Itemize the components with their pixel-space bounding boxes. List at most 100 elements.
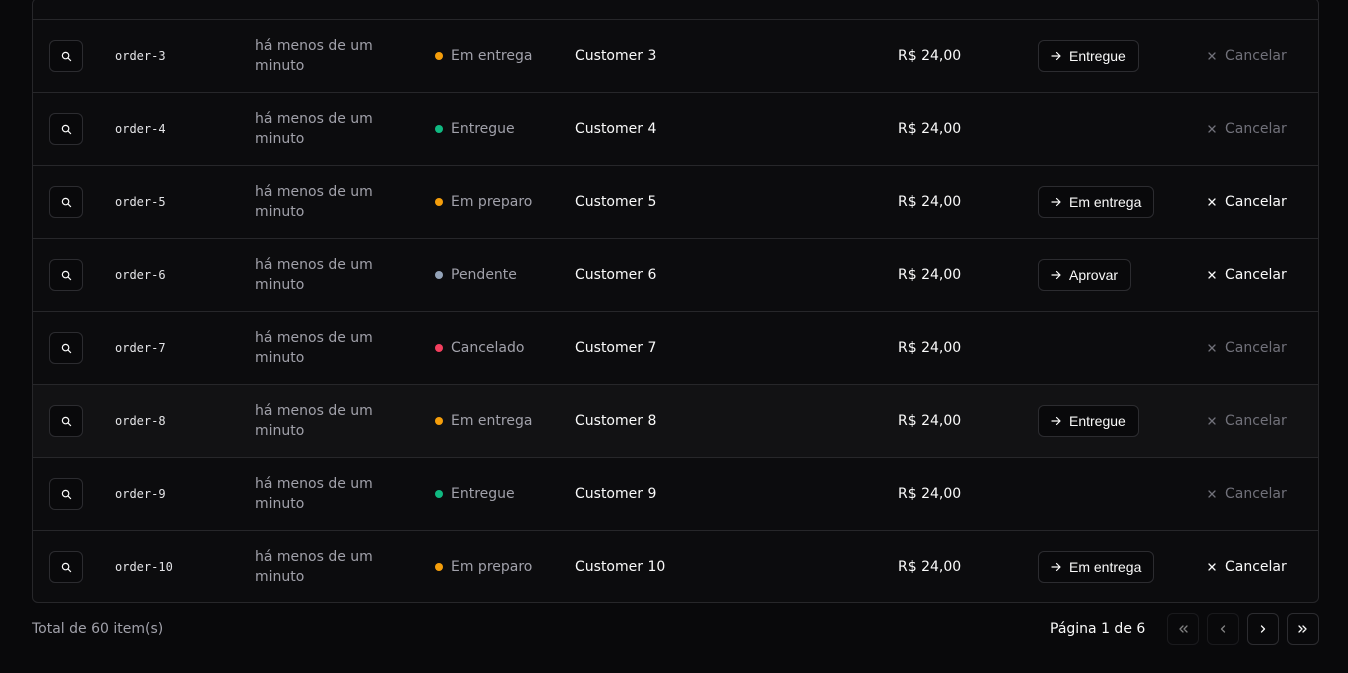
search-icon: [61, 343, 71, 353]
status-label: Entregue: [451, 486, 515, 502]
order-details-button[interactable]: [49, 186, 83, 218]
order-details-button[interactable]: [49, 40, 83, 72]
table-row: order-10 há menos de um minuto Em preparo C…: [33, 531, 1318, 602]
advance-status-button[interactable]: Aprovar: [1038, 259, 1132, 291]
customer-name: Customer 3: [575, 48, 657, 64]
orders-table: order-3 há menos de um minuto Em entrega Cu…: [32, 0, 1319, 603]
x-icon: [1208, 563, 1216, 571]
advance-status-button[interactable]: Entregue: [1038, 405, 1139, 437]
table-row: order-6 há menos de um minuto Pendente Cust…: [33, 239, 1318, 312]
table-row: order-5 há menos de um minuto Em preparo Cu…: [33, 166, 1318, 239]
status-label: Em preparo: [451, 194, 533, 210]
cancel-label: Cancelar: [1225, 486, 1287, 502]
advance-status-button[interactable]: Em entrega: [1038, 186, 1155, 218]
advance-status-button[interactable]: Entregue: [1038, 40, 1139, 72]
order-id: order-6: [115, 268, 166, 282]
customer-name: Customer 5: [575, 194, 657, 210]
arrow-right-icon: [1051, 197, 1061, 207]
order-time: há menos de um minuto: [255, 330, 373, 366]
cancel-label: Cancelar: [1225, 267, 1287, 283]
order-time: há menos de um minuto: [255, 38, 373, 74]
search-icon: [61, 51, 71, 61]
order-total: R$ 24,00: [898, 48, 962, 64]
order-status: Em preparo: [435, 531, 532, 602]
order-total: R$ 24,00: [898, 486, 962, 502]
arrow-right-icon: [1051, 270, 1061, 280]
status-dot: [435, 417, 443, 425]
x-icon: [1208, 125, 1216, 133]
order-id: order-9: [115, 487, 166, 501]
cancel-order-button[interactable]: Cancelar: [1208, 113, 1287, 145]
order-details-button[interactable]: [49, 332, 83, 364]
order-status: Em entrega: [435, 20, 532, 92]
arrow-right-icon: [1051, 562, 1061, 572]
status-label: Em entrega: [451, 413, 533, 429]
order-id: order-8: [115, 414, 166, 428]
cancel-order-button[interactable]: Cancelar: [1208, 40, 1287, 72]
order-id: order-10: [115, 560, 173, 574]
previous-page-button[interactable]: [1207, 613, 1239, 645]
order-id: order-7: [115, 341, 166, 355]
customer-name: Customer 8: [575, 413, 657, 429]
status-dot: [435, 344, 443, 352]
action-label: Entregue: [1069, 413, 1126, 429]
status-dot: [435, 563, 443, 571]
status-dot: [435, 125, 443, 133]
chevron-left-icon: [1220, 625, 1226, 633]
order-details-button[interactable]: [49, 259, 83, 291]
order-id: order-3: [115, 49, 166, 63]
order-status: Entregue: [435, 458, 515, 530]
cancel-order-button[interactable]: Cancelar: [1208, 332, 1287, 364]
action-label: Entregue: [1069, 48, 1126, 64]
action-label: Em entrega: [1069, 194, 1142, 210]
customer-name: Customer 10: [575, 559, 666, 575]
status-label: Pendente: [451, 267, 517, 283]
order-status: Em preparo: [435, 166, 532, 238]
page-indicator: Página 1 de 6: [1050, 621, 1146, 637]
x-icon: [1208, 52, 1216, 60]
order-details-button[interactable]: [49, 478, 83, 510]
order-id: order-4: [115, 122, 166, 136]
arrow-right-icon: [1051, 51, 1061, 61]
search-icon: [61, 489, 71, 499]
order-details-button[interactable]: [49, 113, 83, 145]
order-details-button[interactable]: [49, 405, 83, 437]
order-total: R$ 24,00: [898, 340, 962, 356]
cancel-order-button[interactable]: Cancelar: [1208, 478, 1287, 510]
cancel-order-button[interactable]: Cancelar: [1208, 259, 1287, 291]
status-dot: [435, 271, 443, 279]
total-items: Total de 60 item(s): [32, 621, 164, 637]
next-page-button[interactable]: [1247, 613, 1279, 645]
search-icon: [61, 270, 71, 280]
status-dot: [435, 490, 443, 498]
table-row-partial: [33, 0, 1318, 20]
order-time: há menos de um minuto: [255, 184, 373, 220]
status-label: Em entrega: [451, 48, 533, 64]
search-icon: [61, 562, 71, 572]
table-row: order-8 há menos de um minuto Em entrega Cu…: [33, 385, 1318, 458]
advance-status-button[interactable]: Em entrega: [1038, 551, 1155, 583]
order-total: R$ 24,00: [898, 194, 962, 210]
cancel-order-button[interactable]: Cancelar: [1208, 405, 1287, 437]
first-page-button[interactable]: [1167, 613, 1199, 645]
order-total: R$ 24,00: [898, 413, 962, 429]
order-total: R$ 24,00: [898, 267, 962, 283]
cancel-order-button[interactable]: Cancelar: [1208, 186, 1287, 218]
last-page-button[interactable]: [1287, 613, 1319, 645]
order-status: Entregue: [435, 93, 515, 165]
cancel-order-button[interactable]: Cancelar: [1208, 551, 1287, 583]
order-status: Pendente: [435, 239, 517, 311]
x-icon: [1208, 417, 1216, 425]
cancel-label: Cancelar: [1225, 194, 1287, 210]
cancel-label: Cancelar: [1225, 413, 1287, 429]
status-dot: [435, 52, 443, 60]
search-icon: [61, 197, 71, 207]
order-total: R$ 24,00: [898, 559, 962, 575]
action-label: Em entrega: [1069, 559, 1142, 575]
order-details-button[interactable]: [49, 551, 83, 583]
x-icon: [1208, 490, 1216, 498]
cancel-label: Cancelar: [1225, 48, 1287, 64]
order-status: Cancelado: [435, 312, 524, 384]
status-label: Entregue: [451, 121, 515, 137]
chevron-right-icon: [1260, 625, 1266, 633]
